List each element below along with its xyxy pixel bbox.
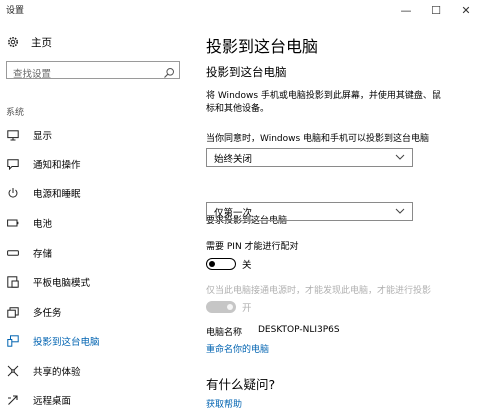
sidebar-item-label: 共享的体验 [33, 367, 81, 378]
sidebar-item-label: 电源和睡眠 [33, 189, 81, 200]
maximize-button[interactable]: ☐ [421, 0, 451, 20]
monitor-icon [6, 129, 20, 141]
title-bar: 设置 — ☐ ✕ [0, 0, 481, 20]
home-label: 主页 [31, 36, 52, 49]
search-box[interactable] [6, 61, 180, 83]
gear-icon [6, 36, 20, 48]
search-input[interactable] [7, 66, 163, 83]
ask-value: 仅第一次 [214, 207, 253, 219]
minimize-button[interactable]: — [391, 0, 421, 20]
toggle-knob [227, 303, 233, 310]
sidebar-item-label: 远程桌面 [33, 396, 72, 407]
shared-experiences-icon [6, 365, 20, 377]
close-button[interactable]: ✕ [451, 0, 481, 20]
chevron-down-icon [395, 153, 405, 161]
pc-name-value: DESKTOP-NLI3P6S [258, 325, 340, 335]
section-title: 投影到这台电脑 [206, 65, 287, 79]
pc-name-label: 电脑名称 [206, 328, 243, 338]
sidebar-item-tablet-mode[interactable]: 平板电脑模式 [0, 273, 192, 291]
sidebar: 主页 系统 显示 通知和操作 电源和睡眠 电池 存储 平板电脑模式 多任务 投影… [0, 20, 192, 418]
search-icon[interactable] [163, 64, 175, 78]
sidebar-item-battery[interactable]: 电池 [0, 214, 192, 232]
chevron-down-icon [395, 207, 405, 215]
availability-value: 始终关闭 [214, 153, 253, 165]
sidebar-item-multitasking[interactable]: 多任务 [0, 303, 192, 321]
toggle-knob [209, 260, 215, 267]
notification-icon [6, 158, 20, 170]
ask-dropdown[interactable]: 仅第一次 [206, 202, 413, 221]
page-title: 投影到这台电脑 [206, 37, 319, 56]
sidebar-item-project-to-this-pc[interactable]: 投影到这台电脑 [0, 332, 192, 350]
sidebar-item-label: 电池 [33, 219, 53, 230]
sidebar-item-power-sleep[interactable]: 电源和睡眠 [0, 184, 192, 202]
window-title: 设置 [6, 6, 25, 16]
remote-desktop-icon [6, 394, 20, 406]
plugged-in-toggle[interactable] [206, 301, 236, 313]
sidebar-item-label: 投影到这台电脑 [33, 337, 100, 348]
sidebar-item-label: 多任务 [33, 308, 62, 319]
storage-icon [6, 250, 20, 256]
sidebar-item-label: 显示 [33, 131, 53, 142]
sidebar-item-remote-desktop[interactable]: 远程桌面 [0, 391, 192, 409]
pin-toggle[interactable] [206, 258, 236, 270]
section-label: 系统 [6, 108, 25, 118]
pin-toggle-state: 关 [242, 260, 252, 271]
availability-dropdown[interactable]: 始终关闭 [206, 148, 413, 167]
availability-label: 当你同意时，Windows 电脑和手机可以投影到这台电脑 [206, 134, 430, 144]
power-icon [6, 187, 20, 199]
sidebar-item-notifications[interactable]: 通知和操作 [0, 155, 192, 173]
home-link[interactable]: 主页 [6, 34, 52, 50]
sidebar-item-label: 平板电脑模式 [33, 278, 91, 289]
description: 将 Windows 手机或电脑投影到此屏幕，并使用其键盘、鼠标和其他设备。 [206, 91, 441, 114]
project-icon [6, 335, 20, 347]
battery-icon [6, 219, 20, 227]
sidebar-item-storage[interactable]: 存储 [0, 244, 192, 262]
main-content: 投影到这台电脑 投影到这台电脑 将 Windows 手机或电脑投影到此屏幕，并使… [206, 20, 476, 418]
questions-heading: 有什么疑问? [206, 377, 276, 392]
plugged-in-label: 仅当此电脑接通电源时，才能发现此电脑，才能进行投影 [206, 286, 432, 296]
multitasking-icon [6, 306, 20, 318]
tablet-mode-icon [6, 276, 20, 288]
sidebar-item-label: 通知和操作 [33, 160, 81, 171]
sidebar-item-shared-experiences[interactable]: 共享的体验 [0, 362, 192, 380]
pin-label: 需要 PIN 才能进行配对 [206, 242, 299, 252]
get-help-link[interactable]: 获取帮助 [206, 397, 242, 410]
plugged-in-toggle-state: 开 [242, 303, 252, 314]
sidebar-item-label: 存储 [33, 249, 53, 260]
rename-pc-link[interactable]: 重命名你的电脑 [206, 342, 269, 355]
sidebar-item-display[interactable]: 显示 [0, 126, 192, 144]
